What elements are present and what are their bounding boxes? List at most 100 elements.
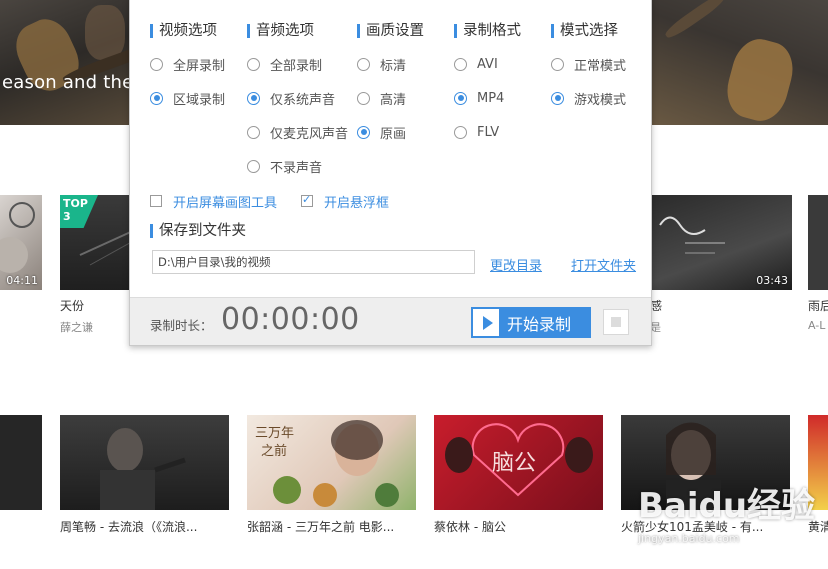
banner-caption: eason and the bbox=[2, 72, 134, 93]
video-card[interactable]: 三万年 之前 张韶涵 - 三万年之前 电影... bbox=[247, 415, 419, 545]
video-thumbnail[interactable] bbox=[808, 195, 828, 290]
dialog-footer: 录制时长： 00:00:00 开始录制 bbox=[130, 297, 651, 345]
radio-icon[interactable] bbox=[454, 125, 467, 139]
open-folder-link[interactable]: 打开文件夹 bbox=[571, 255, 636, 274]
radio-label: AVI bbox=[477, 56, 498, 72]
radio-icon[interactable] bbox=[247, 57, 260, 71]
thumbnail-singer-icon bbox=[100, 428, 186, 510]
video-thumbnail[interactable]: TOP 3 bbox=[60, 195, 140, 290]
thumbnail-heart-icon: 脑公 bbox=[445, 423, 593, 497]
screen: eason and the 04:11 TOP 3 天份 薛之谦 03:43 感… bbox=[0, 0, 828, 569]
stop-icon bbox=[611, 317, 621, 327]
svg-text:三万年: 三万年 bbox=[255, 426, 294, 441]
radio-record-all-audio[interactable]: 全部录制 bbox=[247, 55, 323, 74]
radio-no-audio[interactable]: 不录声音 bbox=[247, 157, 323, 176]
checkbox-label: 开启屏幕画图工具 bbox=[173, 195, 278, 211]
video-thumbnail[interactable]: 04:11 bbox=[0, 195, 42, 290]
radio-icon[interactable] bbox=[551, 91, 564, 105]
video-thumbnail[interactable] bbox=[60, 415, 229, 510]
radio-icon[interactable] bbox=[357, 125, 370, 139]
baidu-watermark-url: jingyan.baidu.com bbox=[638, 532, 740, 545]
video-title[interactable]: 天份 bbox=[60, 297, 84, 314]
save-folder-heading: 保存到文件夹 bbox=[150, 221, 246, 241]
radio-microphone-only[interactable]: 仅麦克风声音 bbox=[247, 123, 349, 142]
video-duration: 03:43 bbox=[756, 274, 788, 287]
video-card[interactable]: 03:43 感 是 bbox=[634, 195, 792, 335]
radio-quality-hd[interactable]: 高清 bbox=[357, 89, 407, 108]
radio-icon[interactable] bbox=[247, 125, 260, 139]
checkbox-screen-draw-tool[interactable]: 开启屏幕画图工具 bbox=[150, 192, 278, 211]
format-options-group: 录制格式 AVI MP4 FLV bbox=[454, 21, 544, 140]
radio-quality-original[interactable]: 原画 bbox=[357, 123, 407, 142]
start-recording-label: 开始录制 bbox=[507, 314, 572, 334]
radio-icon[interactable] bbox=[357, 57, 370, 71]
radio-format-mp4[interactable]: MP4 bbox=[454, 89, 504, 107]
video-title[interactable]: 张韶涵 - 三万年之前 电影... bbox=[247, 518, 394, 535]
video-card[interactable]: 脑公 蔡依林 - 脑公 bbox=[434, 415, 606, 545]
checkbox-label: 开启悬浮框 bbox=[324, 195, 390, 211]
radio-label: 游戏模式 bbox=[574, 92, 627, 108]
thumbnail-movie-poster-icon: 三万年 之前 bbox=[255, 420, 399, 507]
radio-icon[interactable] bbox=[454, 57, 467, 71]
radio-label: 全屏录制 bbox=[173, 58, 226, 74]
radio-label: 高清 bbox=[380, 92, 407, 108]
svg-text:之前: 之前 bbox=[261, 443, 287, 459]
radio-label: 原画 bbox=[380, 126, 407, 142]
radio-format-avi[interactable]: AVI bbox=[454, 55, 498, 73]
banner-image-right[interactable] bbox=[640, 0, 828, 125]
start-recording-button[interactable]: 开始录制 bbox=[471, 307, 591, 338]
video-thumbnail[interactable]: 03:43 bbox=[650, 195, 792, 290]
radio-icon[interactable] bbox=[551, 57, 564, 71]
radio-label: 区域录制 bbox=[173, 92, 226, 108]
video-card[interactable]: TOP 3 天份 薛之谦 bbox=[60, 195, 140, 335]
radio-icon[interactable] bbox=[150, 91, 163, 105]
video-title[interactable]: 蔡依林 - 脑公 bbox=[434, 518, 506, 535]
video-thumbnail[interactable]: 三万年 之前 bbox=[247, 415, 416, 510]
change-directory-link[interactable]: 更改目录 bbox=[490, 255, 542, 274]
save-path-field[interactable]: D:\用户目录\我的视频 bbox=[152, 250, 475, 274]
radio-format-flv[interactable]: FLV bbox=[454, 123, 499, 141]
play-icon bbox=[473, 309, 499, 336]
checkbox-floating-window[interactable]: 开启悬浮框 bbox=[301, 192, 390, 211]
svg-text:脑公: 脑公 bbox=[492, 451, 536, 476]
video-thumbnail[interactable] bbox=[0, 415, 42, 510]
video-thumbnail[interactable]: 脑公 bbox=[434, 415, 603, 510]
radio-icon[interactable] bbox=[247, 159, 260, 173]
video-title[interactable]: 周笔畅 - 去流浪（《流浪... bbox=[60, 518, 197, 535]
radio-system-audio-only[interactable]: 仅系统声音 bbox=[247, 89, 335, 108]
radio-icon[interactable] bbox=[150, 57, 163, 71]
radio-label: FLV bbox=[477, 124, 500, 140]
video-artist[interactable]: 薛之谦 bbox=[60, 319, 93, 335]
radio-game-mode[interactable]: 游戏模式 bbox=[551, 89, 627, 108]
radio-label: 全部录制 bbox=[270, 58, 323, 74]
video-title[interactable]: 雨后 bbox=[808, 297, 828, 314]
radio-quality-sd[interactable]: 标清 bbox=[357, 55, 406, 74]
video-card[interactable] bbox=[0, 415, 42, 515]
stop-recording-button[interactable] bbox=[603, 309, 629, 335]
mode-options-heading: 模式选择 bbox=[551, 21, 646, 41]
checkbox-icon[interactable] bbox=[150, 195, 162, 207]
mode-options-group: 模式选择 正常模式 游戏模式 bbox=[551, 21, 646, 108]
video-options-group: 视频选项 全屏录制 区域录制 bbox=[150, 21, 240, 108]
video-card[interactable]: 周笔畅 - 去流浪（《流浪... bbox=[60, 415, 232, 545]
radio-icon[interactable] bbox=[247, 91, 260, 105]
radio-icon[interactable] bbox=[454, 91, 467, 105]
record-duration-label: 录制时长： bbox=[150, 318, 213, 333]
radio-label: 不录声音 bbox=[270, 160, 323, 176]
video-options-heading: 视频选项 bbox=[150, 21, 240, 41]
radio-label: 仅麦克风声音 bbox=[270, 126, 349, 142]
radio-label: MP4 bbox=[477, 90, 505, 106]
quality-options-heading: 画质设置 bbox=[357, 21, 447, 41]
radio-icon[interactable] bbox=[357, 91, 370, 105]
video-card[interactable]: 雨后 A-L bbox=[808, 195, 828, 335]
checkbox-icon[interactable] bbox=[301, 193, 313, 207]
audio-options-heading: 音频选项 bbox=[247, 21, 347, 41]
video-artist[interactable]: A-L bbox=[808, 319, 825, 332]
watermark: Baidu经验 jingyan.baidu.com bbox=[632, 470, 828, 550]
video-card[interactable]: 04:11 bbox=[0, 195, 42, 335]
radio-region-record[interactable]: 区域录制 bbox=[150, 89, 226, 108]
format-options-heading: 录制格式 bbox=[454, 21, 544, 41]
save-folder-group: 保存到文件夹 bbox=[150, 221, 246, 241]
radio-fullscreen-record[interactable]: 全屏录制 bbox=[150, 55, 226, 74]
radio-normal-mode[interactable]: 正常模式 bbox=[551, 55, 626, 74]
